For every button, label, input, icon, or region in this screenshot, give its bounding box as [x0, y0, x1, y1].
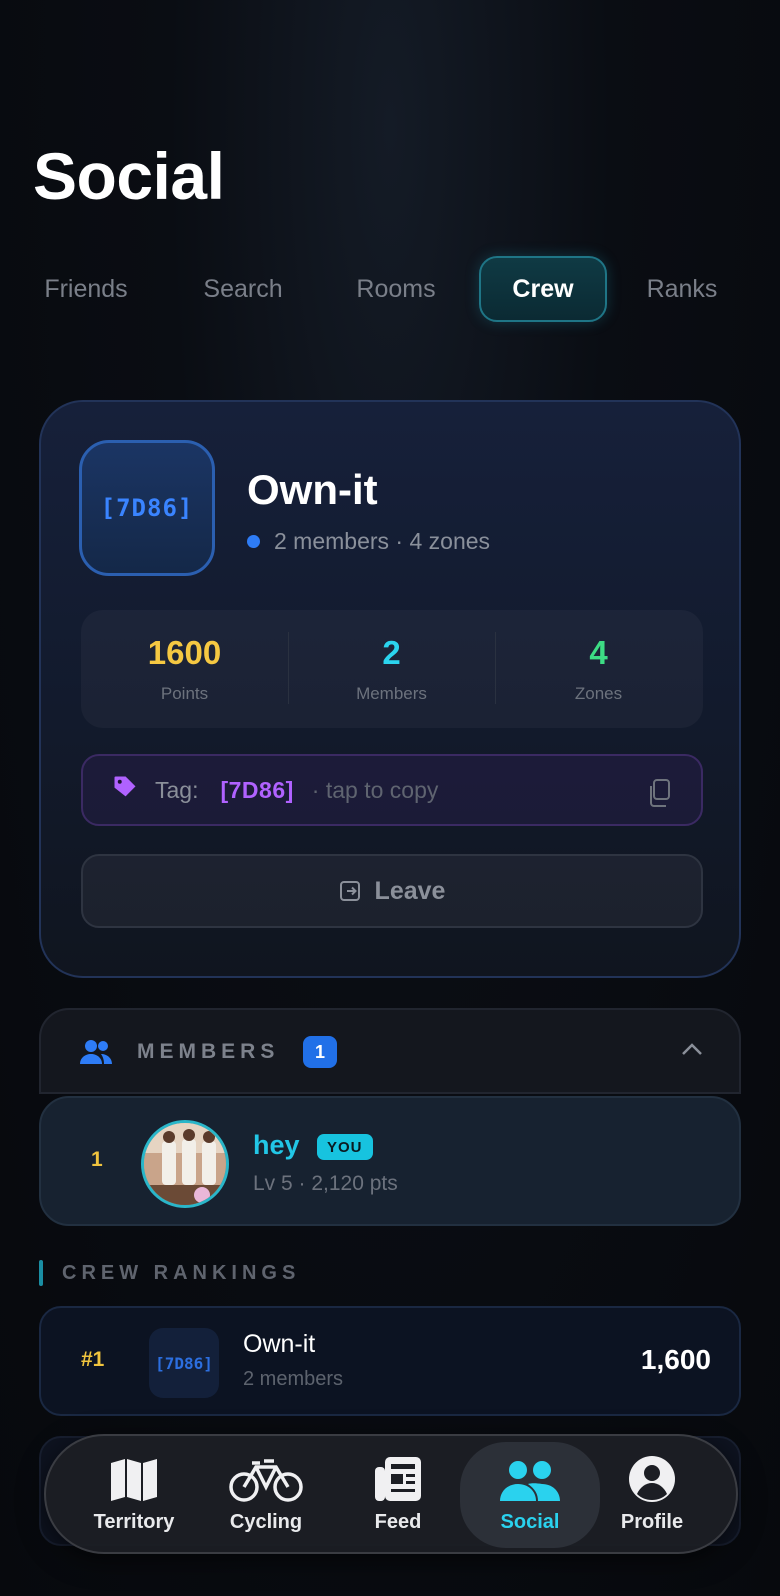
exit-icon — [339, 881, 360, 901]
nav-feed-label: Feed — [374, 1511, 422, 1533]
member-rank: 1 — [91, 1148, 103, 1171]
crew-card: [7D86] Own-it 2 members · 4 zones 1600 P… — [39, 400, 741, 978]
avatar — [141, 1120, 229, 1208]
page-title: Social — [33, 139, 225, 213]
crew-subtitle-text: 2 members · 4 zones — [274, 528, 491, 554]
status-dot-icon — [247, 535, 260, 548]
user-circle-icon — [629, 1456, 675, 1502]
copy-tag-button[interactable]: Tag: [7D86] · tap to copy — [81, 754, 703, 826]
crew-name: Own-it — [247, 466, 378, 513]
nav-cycling-label: Cycling — [229, 1511, 303, 1533]
nav-social-label: Social — [500, 1511, 560, 1533]
map-icon — [111, 1459, 157, 1501]
you-badge: YOU — [317, 1134, 373, 1160]
stat-points: 1600 Points — [81, 610, 288, 728]
users-icon — [500, 1461, 560, 1501]
crew-rankings-title: CREW RANKINGS — [62, 1262, 301, 1284]
nav-cycling[interactable]: Cycling — [196, 1442, 336, 1548]
tag-value: [7D86] — [220, 776, 294, 803]
leave-label: Leave — [374, 876, 446, 905]
tag-label: Tag: — [155, 776, 199, 803]
nav-territory-label: Territory — [93, 1511, 175, 1533]
tab-crew[interactable]: Crew — [479, 256, 607, 322]
users-icon — [79, 1038, 113, 1071]
tab-bar: Friends Search Rooms Crew Ranks — [0, 256, 780, 324]
ranking-crew-badge: [7D86] — [149, 1328, 219, 1398]
member-name: hey — [253, 1130, 300, 1160]
stat-points-label: Points — [160, 684, 209, 703]
nav-social[interactable]: Social — [460, 1442, 600, 1548]
members-section-header[interactable]: MEMBERS 1 — [39, 1008, 741, 1094]
chevron-up-icon[interactable] — [681, 1042, 703, 1061]
stat-members-label: Members — [356, 684, 427, 703]
tag-icon — [111, 773, 139, 807]
tag-hint: · tap to copy — [311, 776, 439, 803]
nav-territory[interactable]: Territory — [64, 1442, 204, 1548]
members-count-badge: 1 — [303, 1036, 337, 1068]
crew-subtitle: 2 members · 4 zones — [247, 528, 490, 555]
ranking-crew-name: Own-it — [243, 1330, 316, 1358]
crew-stats: 1600 Points 2 Members 4 Zones — [81, 610, 703, 728]
stat-zones-label: Zones — [574, 684, 623, 703]
tab-friends[interactable]: Friends — [18, 256, 154, 322]
tab-ranks[interactable]: Ranks — [614, 256, 750, 322]
tab-search[interactable]: Search — [172, 256, 314, 322]
crew-ranking-row[interactable]: #1 [7D86] Own-it 2 members 1,600 — [39, 1306, 741, 1416]
member-row[interactable]: 1 hey YOU Lv 5 · 2,120 pts — [39, 1096, 741, 1226]
copy-icon — [647, 778, 673, 814]
section-accent-bar — [39, 1260, 43, 1286]
ranking-position: #1 — [81, 1348, 105, 1371]
nav-profile-label: Profile — [620, 1511, 684, 1533]
stat-members-value: 2 — [382, 634, 401, 671]
stat-points-value: 1600 — [147, 634, 222, 671]
ranking-points: 1,600 — [640, 1344, 711, 1375]
members-title: MEMBERS — [137, 1040, 280, 1063]
newspaper-icon — [375, 1457, 421, 1501]
leave-button[interactable]: Leave — [81, 854, 703, 928]
member-stats: Lv 5 · 2,120 pts — [253, 1172, 398, 1195]
ranking-crew-members: 2 members — [243, 1368, 344, 1390]
nav-feed[interactable]: Feed — [328, 1442, 468, 1548]
stat-zones-value: 4 — [589, 634, 608, 671]
stat-members: 2 Members — [288, 610, 495, 728]
stat-zones: 4 Zones — [495, 610, 702, 728]
crew-tag-badge: [7D86] — [79, 440, 215, 576]
bottom-nav: Territory Cycling Feed Social Profile — [44, 1434, 738, 1554]
nav-profile[interactable]: Profile — [582, 1442, 722, 1548]
tab-rooms[interactable]: Rooms — [326, 256, 466, 322]
bicycle-icon — [229, 1459, 303, 1502]
